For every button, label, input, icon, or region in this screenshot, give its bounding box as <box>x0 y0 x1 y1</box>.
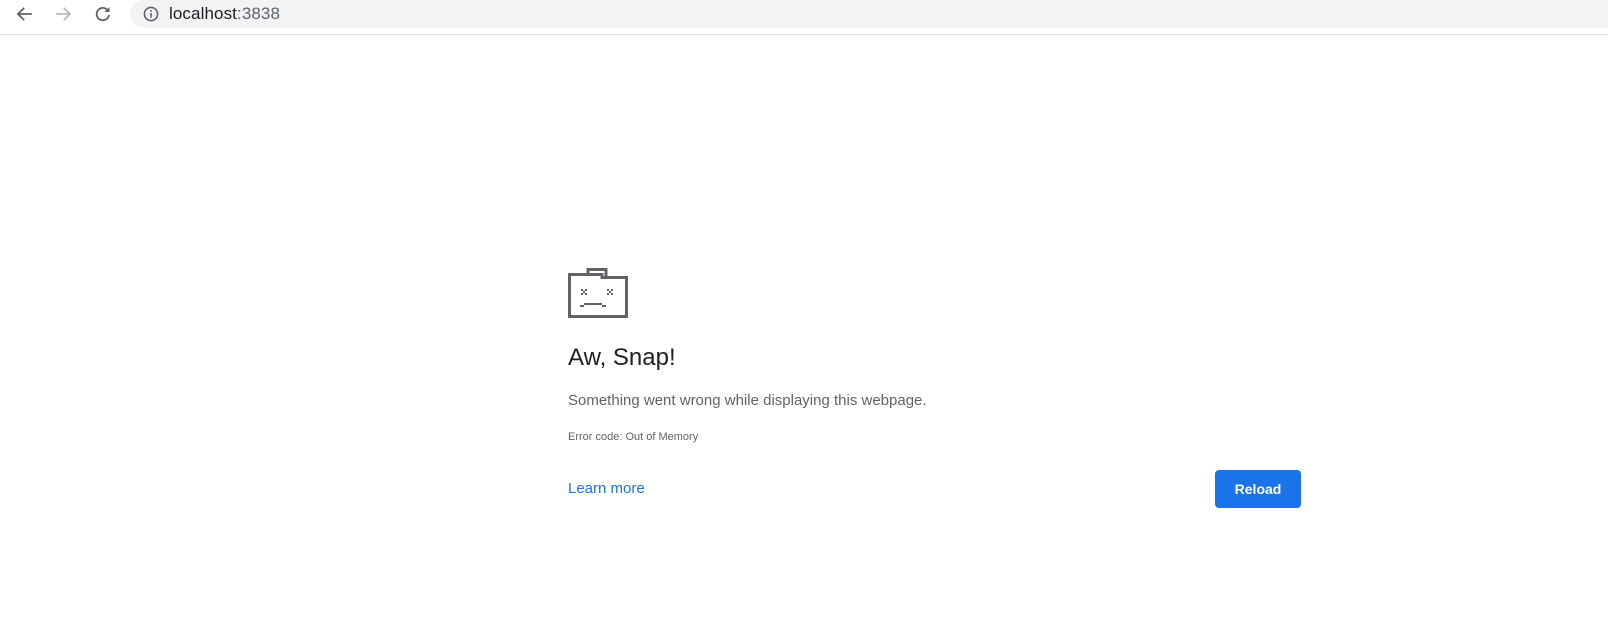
forward-button[interactable] <box>47 0 81 28</box>
arrow-left-icon <box>16 7 32 21</box>
browser-toolbar: localhost:3838 <box>0 0 1608 35</box>
address-bar[interactable]: localhost:3838 <box>130 0 1608 28</box>
address-url: localhost:3838 <box>169 4 280 24</box>
refresh-icon <box>95 7 110 22</box>
reload-button[interactable]: Reload <box>1215 470 1301 508</box>
sad-folder-icon <box>568 266 628 323</box>
arrow-right-icon <box>56 7 72 21</box>
url-host: localhost <box>169 4 237 23</box>
reload-page-button[interactable] <box>86 0 120 28</box>
info-icon[interactable] <box>142 5 160 23</box>
learn-more-link[interactable]: Learn more <box>568 480 645 497</box>
back-button[interactable] <box>7 0 41 28</box>
url-port: :3838 <box>237 4 281 23</box>
error-code: Error code: Out of Memory <box>568 431 699 443</box>
error-message: Something went wrong while displaying th… <box>568 392 927 409</box>
error-title: Aw, Snap! <box>568 344 676 371</box>
